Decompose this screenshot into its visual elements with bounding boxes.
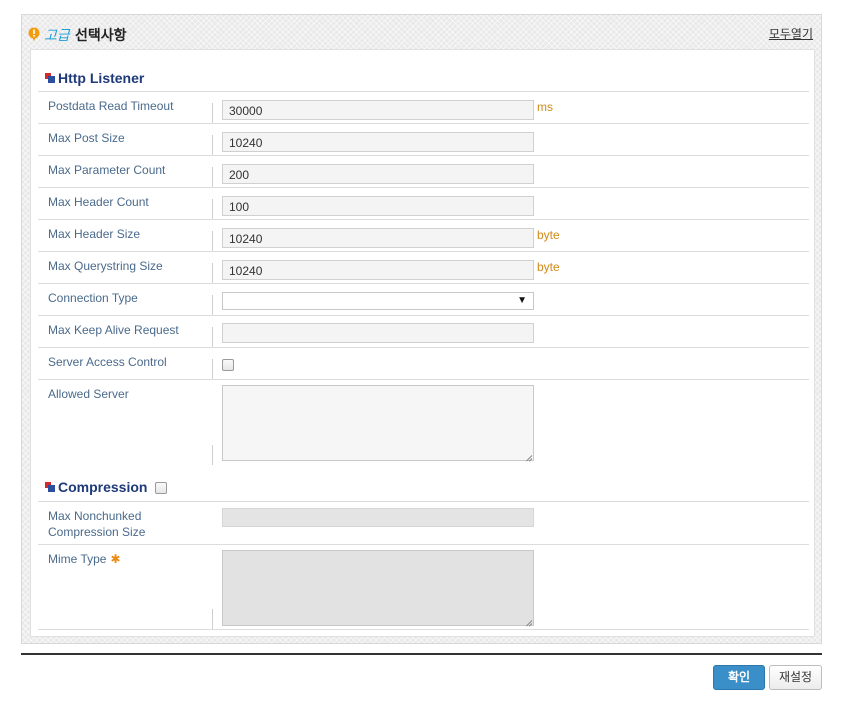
footer-divider: [21, 653, 822, 655]
field-label: Max Keep Alive Request: [48, 323, 179, 337]
field-label-line1: Max Nonchunked: [48, 509, 142, 523]
panel-title: 선택사항: [75, 27, 127, 43]
row-max-header-count: Max Header Count 100: [38, 187, 809, 219]
field-label-line2: Compression Size: [48, 525, 146, 539]
resize-grip-icon[interactable]: [524, 451, 532, 459]
field-label: Server Access Control: [48, 355, 167, 369]
mime-type-label: Mime Type: [48, 552, 107, 566]
field-label: Max Nonchunked Compression Size: [48, 508, 145, 540]
row-mime-type: Mime Type ✱: [38, 544, 809, 630]
expand-all-link[interactable]: 모두열기: [769, 25, 813, 42]
http-listener-heading: Http Listener: [45, 70, 144, 86]
max-parameter-count-input[interactable]: 200: [222, 164, 534, 184]
field-label: Max Header Count: [48, 195, 149, 209]
field-label: Allowed Server: [48, 387, 129, 401]
unit-label: byte: [537, 228, 560, 242]
header-prefix: 고급: [44, 27, 70, 43]
section-bullet-icon: [45, 73, 55, 83]
resize-grip-icon[interactable]: [524, 616, 532, 624]
confirm-button[interactable]: 확인: [713, 665, 765, 690]
form-body: Http Listener Postdata Read Timeout 3000…: [30, 49, 815, 637]
row-divider: [212, 199, 213, 219]
advanced-options-panel: 고급 선택사항 모두열기 Http Listener Postdata Read…: [21, 14, 822, 644]
row-server-access-control: Server Access Control: [38, 347, 809, 379]
row-max-parameter-count: Max Parameter Count 200: [38, 155, 809, 187]
field-label: Max Querystring Size: [48, 259, 163, 273]
server-access-control-checkbox[interactable]: [222, 359, 234, 371]
field-label: Connection Type: [48, 291, 138, 305]
row-divider: [212, 327, 213, 347]
panel-header: 고급 선택사항 모두열기: [22, 15, 821, 49]
row-max-post-size: Max Post Size 10240: [38, 123, 809, 155]
row-divider: [212, 295, 213, 315]
row-divider: [212, 231, 213, 251]
field-label: Mime Type ✱: [48, 551, 121, 567]
required-asterisk-icon: ✱: [110, 552, 121, 566]
max-post-size-input[interactable]: 10240: [222, 132, 534, 152]
connection-type-select[interactable]: ▼: [222, 292, 534, 310]
unit-label: byte: [537, 260, 560, 274]
field-label: Max Header Size: [48, 227, 141, 241]
row-divider: [212, 167, 213, 187]
row-max-keep-alive-request: Max Keep Alive Request: [38, 315, 809, 347]
row-divider: [212, 263, 213, 283]
http-listener-title: Http Listener: [58, 70, 145, 86]
row-divider: [212, 445, 213, 465]
row-divider: [212, 103, 213, 123]
row-max-querystring-size: Max Querystring Size 10240 byte: [38, 251, 809, 283]
row-divider: [212, 609, 213, 629]
field-label: Max Post Size: [48, 131, 125, 145]
allowed-server-textarea[interactable]: [222, 385, 534, 461]
compression-heading: Compression: [45, 479, 168, 495]
max-keep-alive-request-input[interactable]: [222, 323, 534, 343]
row-max-header-size: Max Header Size 10240 byte: [38, 219, 809, 251]
compression-enable-checkbox[interactable]: [155, 482, 168, 494]
section-bullet-icon: [45, 482, 55, 492]
compression-title: Compression: [58, 479, 148, 495]
reset-button[interactable]: 재설정: [769, 665, 822, 690]
field-label: Postdata Read Timeout: [48, 99, 174, 113]
row-connection-type: Connection Type ▼: [38, 283, 809, 315]
unit-label: ms: [537, 100, 553, 114]
row-max-nonchunked-compression-size: Max Nonchunked Compression Size: [38, 501, 809, 544]
mime-type-textarea[interactable]: [222, 550, 534, 626]
row-allowed-server: Allowed Server: [38, 379, 809, 465]
row-divider: [212, 359, 213, 379]
warning-badge-icon: [28, 27, 40, 41]
row-divider: [212, 135, 213, 155]
max-nonchunked-compression-size-input[interactable]: [222, 508, 534, 527]
postdata-read-timeout-input[interactable]: 30000: [222, 100, 534, 120]
row-postdata-read-timeout: Postdata Read Timeout 30000 ms: [38, 91, 809, 123]
max-querystring-size-input[interactable]: 10240: [222, 260, 534, 280]
dropdown-arrow-icon: ▼: [517, 295, 527, 306]
max-header-size-input[interactable]: 10240: [222, 228, 534, 248]
field-label: Max Parameter Count: [48, 163, 166, 177]
max-header-count-input[interactable]: 100: [222, 196, 534, 216]
